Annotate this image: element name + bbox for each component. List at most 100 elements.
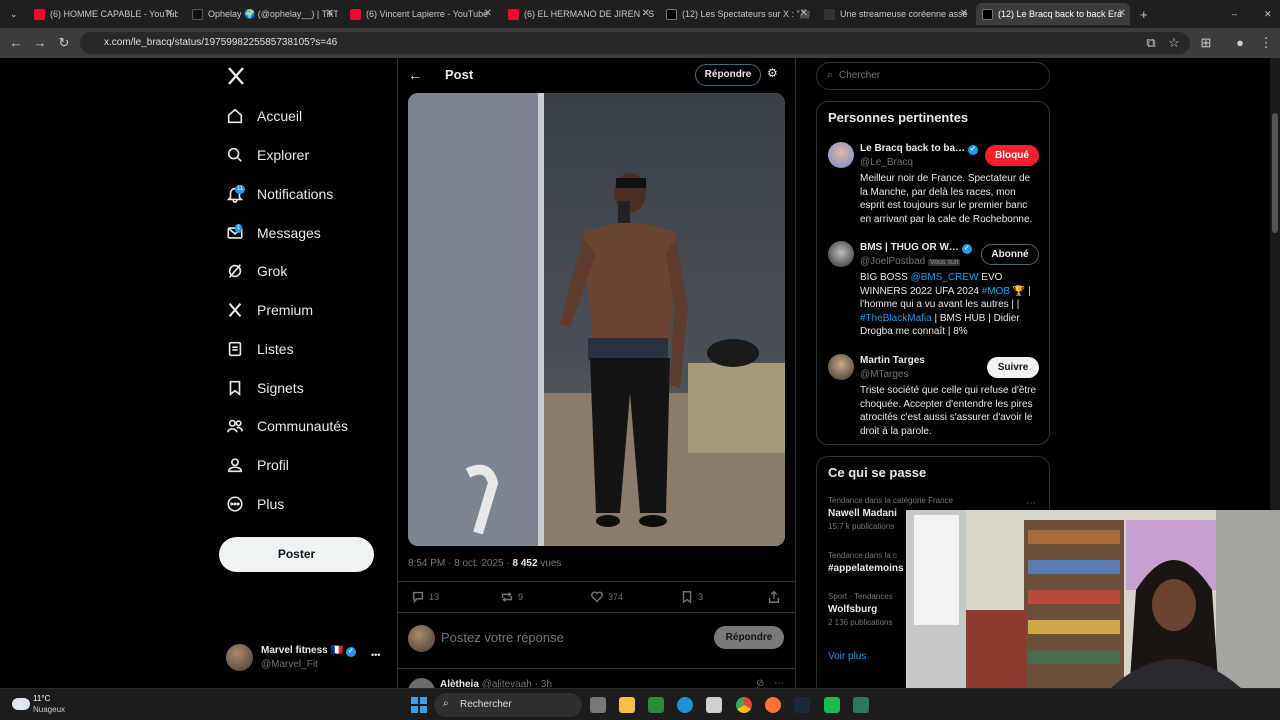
- close-icon[interactable]: ✕: [1118, 8, 1126, 19]
- person-handle: @JoelPostbad: [860, 256, 926, 267]
- tab-list-button[interactable]: ⌄: [4, 3, 24, 25]
- close-icon[interactable]: ✕: [960, 8, 968, 19]
- back-icon[interactable]: ←: [8, 35, 24, 50]
- blocked-button[interactable]: Bloqué: [985, 145, 1039, 166]
- star-icon[interactable]: ☆: [1166, 35, 1182, 51]
- file-explorer-icon[interactable]: [619, 697, 635, 713]
- sidebar-item-grok[interactable]: Grok: [226, 256, 287, 286]
- reply-submit-button[interactable]: Répondre: [714, 626, 784, 649]
- reply-icon: [412, 591, 424, 604]
- reply-action[interactable]: 13: [411, 590, 439, 604]
- close-icon[interactable]: ✕: [326, 8, 334, 19]
- sidebar-item-accueil[interactable]: Accueil: [226, 101, 302, 131]
- repost-action[interactable]: 9: [500, 590, 523, 604]
- close-window-icon[interactable]: ✕: [1258, 3, 1272, 25]
- chrome-icon[interactable]: [736, 697, 752, 713]
- sidebar-item-premium[interactable]: Premium: [226, 295, 313, 325]
- reply-input[interactable]: Postez votre réponse: [441, 630, 564, 645]
- steam-icon[interactable]: [794, 697, 810, 713]
- x-logo-icon[interactable]: [226, 66, 246, 91]
- sidebar-item-notifications[interactable]: 11 Notifications: [226, 179, 333, 209]
- trend-item[interactable]: Sport · Tendances Wolfsburg 2 136 public…: [828, 592, 908, 634]
- like-action[interactable]: 374: [590, 590, 623, 604]
- search-input[interactable]: ⌕ Chercher: [816, 62, 1050, 90]
- sidebar-item-profil[interactable]: Profil: [226, 450, 289, 480]
- person-bio: Triste société que celle qui refuse d'êt…: [860, 385, 1037, 437]
- windows-start-icon[interactable]: [411, 697, 427, 713]
- hashtag-link[interactable]: #MOB: [982, 286, 1010, 297]
- browser-tab-active[interactable]: (12) Le Bracq back to back Era ✕: [976, 3, 1130, 25]
- close-icon[interactable]: ✕: [800, 8, 808, 19]
- taskbar-search[interactable]: ⌕ Rechercher: [434, 693, 582, 717]
- app-icon[interactable]: [824, 697, 840, 713]
- page-icon: [824, 8, 835, 20]
- youtube-icon: [34, 8, 45, 20]
- url-bar[interactable]: x.com/le_bracq/status/197599822558573810…: [80, 32, 1190, 54]
- task-view-icon[interactable]: [590, 697, 606, 713]
- reload-icon[interactable]: ↻: [56, 35, 72, 51]
- close-icon[interactable]: ✕: [642, 8, 650, 19]
- browser-toolbar: ← → ↻ x.com/le_bracq/status/197599822558…: [0, 28, 1280, 58]
- sidebar-item-listes[interactable]: Listes: [226, 334, 294, 364]
- follow-button[interactable]: Suivre: [987, 357, 1039, 378]
- scrollbar-thumb[interactable]: [1272, 113, 1278, 233]
- browser-tab[interactable]: (6) Vincent Lapierre - YouTube ✕: [344, 3, 496, 25]
- extensions-icon[interactable]: ⊞: [1198, 35, 1214, 51]
- sidebar-item-messages[interactable]: 1 Messages: [226, 218, 321, 248]
- mention-link[interactable]: @BMS_CREW: [911, 272, 979, 283]
- forward-icon[interactable]: →: [32, 35, 48, 50]
- avatar: [828, 241, 854, 267]
- bookmark-action[interactable]: 3: [680, 590, 703, 604]
- reply-header-button[interactable]: Répondre: [695, 64, 761, 86]
- trend-item[interactable]: Tendance dans la c #appelatemoins: [828, 551, 908, 579]
- browser-tab[interactable]: Une streameuse coréenne asse ✕: [818, 3, 972, 25]
- firefox-icon[interactable]: [765, 697, 781, 713]
- account-name: Marvel fitness 🇫🇷: [261, 645, 343, 656]
- person-name[interactable]: BMS | THUG OR W… ✓: [860, 242, 972, 254]
- divider: [397, 668, 796, 669]
- post-image[interactable]: [408, 93, 785, 546]
- close-icon[interactable]: ✕: [484, 8, 492, 19]
- notification-badge: 11: [235, 185, 246, 194]
- sidebar-item-plus[interactable]: Plus: [226, 489, 284, 519]
- browser-tab[interactable]: Ophelay 🌍 (@ophelay__) | TikTok ✕: [186, 3, 338, 25]
- browser-tab[interactable]: (12) Les Spectateurs sur X : "🎥 ✕: [660, 3, 812, 25]
- webcam-overlay: [906, 510, 1280, 688]
- home-icon: [227, 108, 243, 124]
- person-name[interactable]: Martin Targes: [860, 355, 925, 366]
- following-button[interactable]: Abonné: [981, 244, 1039, 265]
- menu-icon[interactable]: ⋮: [1258, 35, 1274, 51]
- close-icon[interactable]: ✕: [166, 8, 174, 19]
- verified-icon: ✓: [967, 145, 978, 155]
- settings-sliders-icon[interactable]: ⚙: [767, 66, 778, 80]
- repost-icon: [501, 592, 513, 602]
- x-logo-icon: [666, 8, 677, 20]
- browser-tab[interactable]: (6) HOMME CAPABLE - YouTube ✕: [28, 3, 178, 25]
- see-more-link[interactable]: Voir plus: [828, 651, 866, 662]
- profile-icon[interactable]: ●: [1232, 35, 1248, 50]
- weather-temp[interactable]: 11°C: [33, 694, 50, 703]
- tiktok-icon: [192, 8, 203, 20]
- cast-icon[interactable]: ⧉: [1143, 35, 1159, 51]
- account-more-icon[interactable]: •••: [371, 650, 380, 660]
- edge-icon[interactable]: [677, 697, 693, 713]
- more-icon[interactable]: ⋯: [1026, 498, 1036, 509]
- person-icon: [227, 458, 243, 473]
- person-name[interactable]: Le Bracq back to ba… ✓: [860, 143, 978, 155]
- minimize-icon[interactable]: –: [1226, 3, 1240, 25]
- back-arrow-icon[interactable]: ←: [408, 67, 422, 83]
- post-photo-illustration: [408, 93, 785, 546]
- xbox-icon[interactable]: [648, 697, 664, 713]
- sidebar-item-explorer[interactable]: Explorer: [226, 140, 309, 170]
- search-icon: [227, 147, 242, 162]
- browser-tab[interactable]: (6) EL HERMANO DE JIREN - Se ✕: [502, 3, 654, 25]
- store-icon[interactable]: [706, 697, 722, 713]
- app-icon[interactable]: [853, 697, 869, 713]
- share-action[interactable]: [767, 590, 785, 604]
- new-tab-button[interactable]: +: [1134, 3, 1154, 25]
- account-switcher[interactable]: Marvel fitness 🇫🇷 ✓ @Marvel_Fit •••: [226, 644, 386, 674]
- sidebar-item-communautes[interactable]: Communautés: [226, 411, 348, 441]
- post-button[interactable]: Poster: [219, 537, 374, 572]
- sidebar-item-signets[interactable]: Signets: [226, 373, 304, 403]
- hashtag-link[interactable]: #TheBlackMafia: [860, 313, 932, 324]
